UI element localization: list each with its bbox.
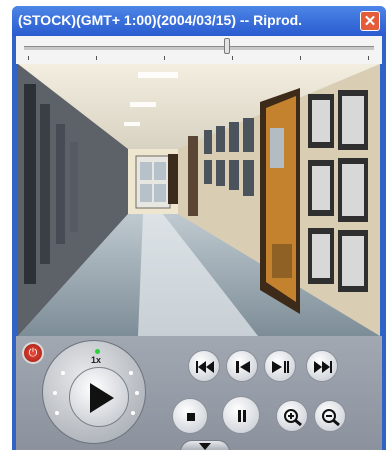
step-back-button[interactable] <box>226 350 258 382</box>
zoom-in-icon <box>284 409 302 426</box>
zoom-in-button[interactable] <box>276 400 308 432</box>
close-button[interactable]: ✕ <box>360 11 380 31</box>
stop-button[interactable] <box>172 398 208 434</box>
seek-tick <box>232 56 233 60</box>
expand-icon <box>199 443 211 450</box>
power-button[interactable]: ⏻ <box>22 342 44 364</box>
play-pause-button[interactable] <box>264 350 296 382</box>
seek-bar[interactable] <box>16 36 382 64</box>
stop-icon <box>187 413 195 421</box>
window-title: (STOCK)(GMT+ 1:00)(2004/03/15) -- Riprod… <box>18 12 303 28</box>
step-back-icon <box>236 361 250 373</box>
seek-tick <box>96 56 97 60</box>
skip-to-end-button[interactable] <box>306 350 338 382</box>
playback-controls: ⏻ 1x <box>16 336 382 450</box>
zoom-out-button[interactable] <box>314 400 346 432</box>
video-feed <box>18 64 380 336</box>
speed-dial[interactable]: 1x <box>42 340 146 444</box>
dial-dot <box>135 391 139 395</box>
expand-panel-button[interactable] <box>180 440 230 450</box>
dial-dot <box>55 411 59 415</box>
skip-to-start-button[interactable] <box>188 350 220 382</box>
zoom-out-icon <box>322 409 340 426</box>
playback-window: (STOCK)(GMT+ 1:00)(2004/03/15) -- Riprod… <box>12 6 386 450</box>
play-icon <box>90 383 114 413</box>
seek-tick <box>300 56 301 60</box>
skip-to-end-icon <box>314 361 332 373</box>
speed-indicator-led <box>95 349 100 354</box>
seek-tick <box>368 56 369 60</box>
seek-track[interactable] <box>24 46 374 50</box>
speed-label: 1x <box>91 355 102 365</box>
dial-dot <box>53 391 57 395</box>
pause-icon <box>238 410 246 422</box>
seek-tick <box>28 56 29 60</box>
seek-thumb[interactable] <box>224 38 230 54</box>
seek-tick <box>164 56 165 60</box>
dial-dot <box>61 371 65 375</box>
pause-button[interactable] <box>222 396 260 434</box>
play-button[interactable] <box>69 367 129 427</box>
skip-to-start-icon <box>196 361 214 373</box>
play-pause-icon <box>272 361 289 373</box>
dial-dot <box>129 371 133 375</box>
title-bar[interactable]: (STOCK)(GMT+ 1:00)(2004/03/15) -- Riprod… <box>12 6 386 36</box>
hallway-scene <box>18 64 380 336</box>
power-icon: ⏻ <box>28 347 38 359</box>
dial-dot <box>131 411 135 415</box>
close-icon: ✕ <box>363 13 377 30</box>
